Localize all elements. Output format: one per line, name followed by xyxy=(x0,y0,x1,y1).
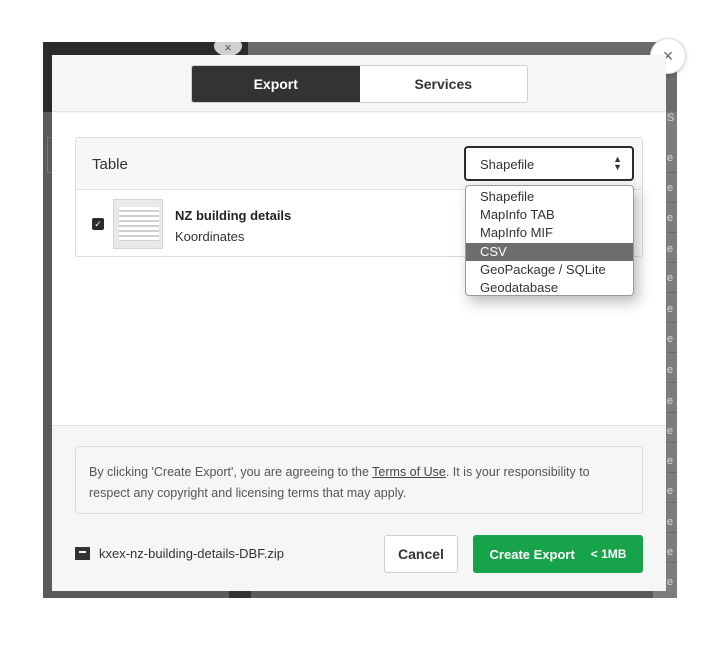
format-select[interactable]: Shapefile ▲ ▼ xyxy=(464,146,634,181)
backdrop-row-letter: e xyxy=(667,243,674,255)
backdrop-row-letter: e xyxy=(667,455,674,467)
dataset-thumbnail xyxy=(113,199,163,249)
cancel-button[interactable]: Cancel xyxy=(384,535,458,573)
format-option[interactable]: Geodatabase xyxy=(466,279,633,295)
export-modal: Export Services Table Shapefile ▲ ▼ ✓ NZ … xyxy=(52,55,666,591)
backdrop-header-letter: S xyxy=(667,112,675,124)
terms-text-prefix: By clicking 'Create Export', you are agr… xyxy=(89,465,373,479)
format-select-value: Shapefile xyxy=(480,157,535,172)
backdrop-row-letter: e xyxy=(667,364,674,376)
backdrop-row-letter: e xyxy=(667,303,674,315)
export-filename: kxex-nz-building-details-DBF.zip xyxy=(75,546,284,561)
create-export-button[interactable]: Create Export < 1MB xyxy=(473,535,643,573)
modal-header: Export Services xyxy=(52,55,666,112)
checkbox-checked-icon[interactable]: ✓ xyxy=(92,218,104,230)
backdrop-row-letter: e xyxy=(667,425,674,437)
tab-services[interactable]: Services xyxy=(360,66,528,102)
dataset-title: NZ building details xyxy=(175,208,292,223)
backdrop-row-letter: e xyxy=(667,546,674,558)
backdrop-row-letter: e xyxy=(667,485,674,497)
format-option[interactable]: Shapefile xyxy=(466,188,633,206)
table-card-header: Table Shapefile ▲ ▼ xyxy=(76,138,642,190)
backdrop-row-letter: e xyxy=(667,516,674,528)
tab-export[interactable]: Export xyxy=(192,66,360,102)
export-size-badge: < 1MB xyxy=(590,547,627,561)
backdrop-row-letter: e xyxy=(667,212,674,224)
select-arrow-icon: ▲ ▼ xyxy=(613,154,622,172)
tab-switcher: Export Services xyxy=(191,65,528,103)
terms-of-use-link[interactable]: Terms of Use xyxy=(372,465,446,479)
format-option[interactable]: MapInfo TAB xyxy=(466,206,633,224)
format-option[interactable]: GeoPackage / SQLite xyxy=(466,261,633,279)
archive-icon xyxy=(75,547,90,560)
dataset-publisher: Koordinates xyxy=(175,229,245,244)
backdrop-row-letter: e xyxy=(667,152,674,164)
format-option[interactable]: MapInfo MIF xyxy=(466,224,633,242)
modal-footer: By clicking 'Create Export', you are agr… xyxy=(52,425,666,591)
backdrop-row-letter: e xyxy=(667,182,674,194)
table-title: Table xyxy=(92,156,128,173)
format-dropdown-list: Shapefile MapInfo TAB MapInfo MIF CSV Ge… xyxy=(465,185,634,296)
filename-text: kxex-nz-building-details-DBF.zip xyxy=(99,546,284,561)
backdrop-row-letter: e xyxy=(667,576,674,588)
format-option-highlighted[interactable]: CSV xyxy=(466,242,633,261)
terms-notice: By clicking 'Create Export', you are agr… xyxy=(75,446,643,514)
backdrop-row-letter: e xyxy=(667,333,674,345)
backdrop-row-letter: e xyxy=(667,395,674,407)
backdrop-row-letter: e xyxy=(667,272,674,284)
create-export-label: Create Export xyxy=(489,546,575,562)
